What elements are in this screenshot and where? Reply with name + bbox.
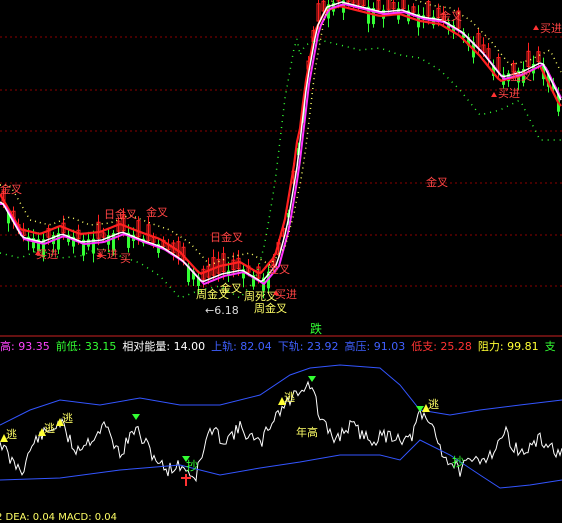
main-annotation: 买: [120, 252, 131, 265]
stock-chart: 日金叉 金叉 日金叉 金叉 买进 买进买金叉 金叉 买进 金叉 买进 金叉 买进 周死叉 周金叉 金叉 周金叉…: [0, 0, 562, 523]
main-annotation: 周金叉: [254, 301, 287, 315]
indicator-header-item: 下轨: 23.92: [277, 340, 339, 353]
escape-label: 逃: [6, 428, 17, 441]
year-high-label: 年高: [296, 425, 318, 439]
escape-label: 逃: [428, 398, 439, 411]
buy-marker: [533, 25, 539, 30]
indicator-header-item: 阻力: 99.81: [477, 340, 539, 353]
indicator-header: 高: 93.35 前低: 33.15 相对能量: 14.00 上轨: 82.04 下轨:…: [0, 338, 562, 354]
fall-label: 跌: [310, 321, 322, 336]
main-annotation: 金叉: [0, 182, 22, 196]
lower-band-line: [0, 439, 562, 489]
indicator-header-item: 相对能量: 14.00: [122, 340, 206, 353]
main-annotation: 日金叉: [210, 230, 243, 244]
main-annotation: 金叉: [510, 69, 532, 83]
footer-text: 2 DEA: 0.04 MACD: 0.04: [0, 512, 118, 523]
buy-marker: [491, 92, 497, 97]
indicator-header-item: 前低: 33.15: [55, 340, 117, 353]
main-annotation: 日金叉: [104, 207, 137, 221]
low-price-label: ←6.18: [205, 304, 239, 317]
main-annotation: 金叉: [268, 262, 290, 276]
copy-bottom-label: 抄: [452, 455, 464, 469]
indicator-header-item: 上轨: 82.04: [211, 340, 272, 353]
escape-label: 逃: [44, 422, 55, 435]
main-annotation: 金叉: [426, 175, 448, 189]
main-annotation: 买进: [498, 87, 520, 100]
down-marker: [308, 376, 316, 382]
indicator-header-item: 高压: 91.03: [344, 340, 406, 353]
main-annotation: 买进: [540, 22, 562, 35]
indicator-header-item: 支: [544, 340, 556, 353]
escape-label: 逃: [62, 412, 73, 425]
main-chart-svg: 日金叉 金叉日金叉金叉买进 买进 买金叉金叉买进金叉买进金叉买进周死叉周金叉金叉周金叉…: [0, 0, 562, 489]
main-annotation: 周金叉: [196, 287, 229, 301]
indicator-header-item: 高: 93.35: [0, 340, 50, 353]
copy-bottom-label: 抄: [186, 459, 198, 473]
escape-label: 逃: [284, 391, 295, 404]
main-annotation: 金叉: [440, 9, 462, 23]
indicator-header-item: 低支: 25.28: [411, 340, 472, 353]
down-marker: [132, 414, 140, 420]
energy-line: [0, 380, 562, 483]
main-annotation: 金叉: [146, 205, 168, 219]
upper-band-line: [0, 364, 562, 426]
